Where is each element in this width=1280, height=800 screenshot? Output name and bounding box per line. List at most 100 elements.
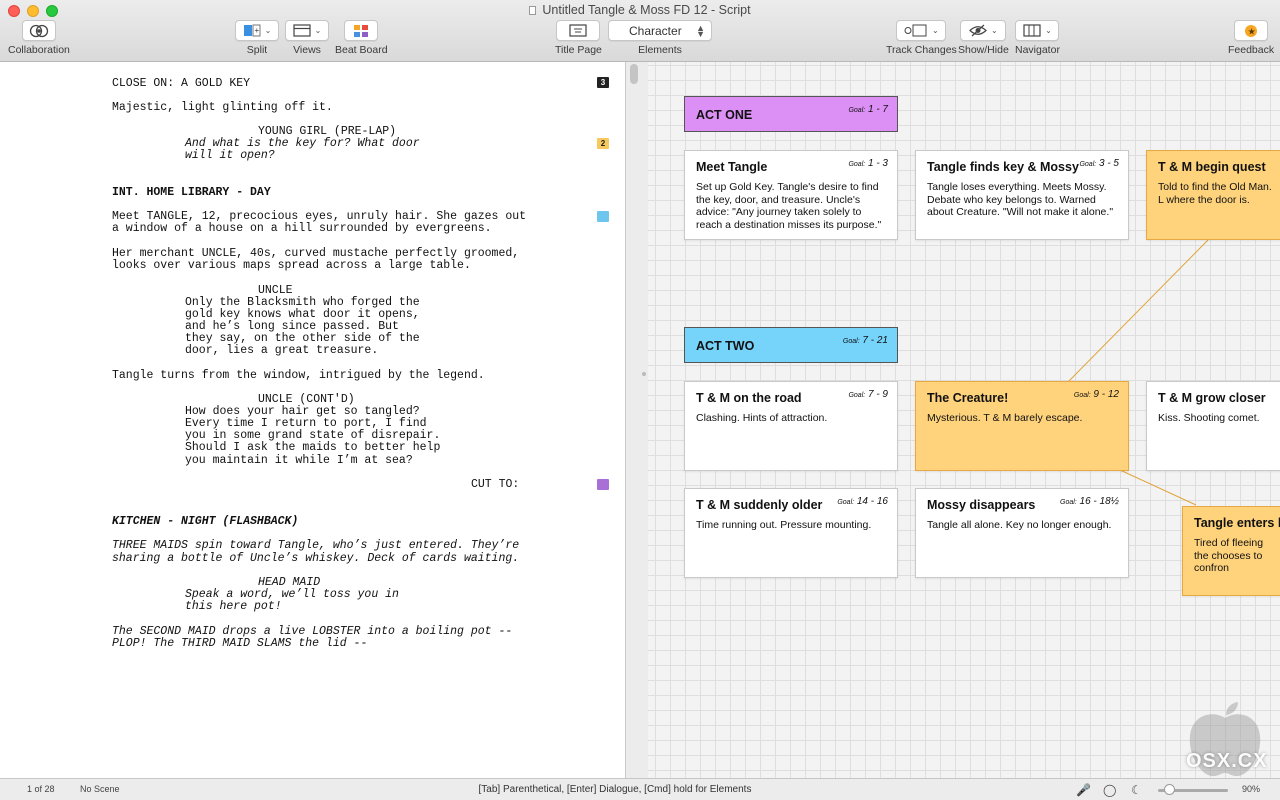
track-changes-label: Track Changes xyxy=(886,44,957,56)
scene-heading: INT. HOME LIBRARY - DAY xyxy=(112,186,271,199)
elements-select[interactable]: Character ▲ ▼ Elements xyxy=(608,20,712,56)
zoom-level: 90% xyxy=(1242,784,1261,794)
collaboration-button[interactable]: Collaboration xyxy=(8,20,70,56)
title-page-icon xyxy=(569,24,588,37)
eye-icon xyxy=(969,24,987,37)
beat-card[interactable]: Mossy disappears Goal: 16 - 18½ Tangle a… xyxy=(915,488,1129,578)
track-changes-icon xyxy=(904,24,927,37)
collaboration-icon xyxy=(29,24,49,37)
beat-board-icon xyxy=(354,24,369,37)
svg-text:★: ★ xyxy=(1248,26,1256,36)
beat-body: Clashing. Hints of attraction. xyxy=(696,412,828,424)
beat-body: Tired of fleeing the chooses to confron xyxy=(1194,537,1264,575)
document-icon xyxy=(529,6,537,15)
elements-label: Elements xyxy=(638,44,682,56)
dialogue-line: door, lies a great treasure. xyxy=(185,344,379,357)
beat-card[interactable]: The Creature! Goal: 9 - 12 Mysterious. T… xyxy=(915,381,1129,471)
act-one-header[interactable]: ACT ONE Goal: 1 - 7 xyxy=(684,96,898,132)
beat-goal: Goal: 3 - 5 xyxy=(1079,158,1119,169)
final-draft-window: Untitled Tangle & Moss FD 12 - Script Co… xyxy=(0,0,1280,800)
beat-goal: Goal: 7 - 9 xyxy=(848,389,888,400)
act-title: ACT TWO xyxy=(696,339,755,353)
split-divider-handle[interactable] xyxy=(642,372,646,376)
views-label: Views xyxy=(293,44,321,56)
dialogue-line: will it open? xyxy=(185,149,275,162)
beat-board-button[interactable]: Beat Board xyxy=(335,20,388,56)
beat-body: Tangle loses everything. Meets Mossy. De… xyxy=(927,181,1114,219)
navigator-icon xyxy=(1023,24,1041,37)
zoom-slider-knob[interactable] xyxy=(1164,784,1175,795)
action-line: sharing a bottle of Uncle’s whiskey. Dec… xyxy=(112,552,520,565)
dialogue-line: Should I ask the maids to better help xyxy=(185,441,441,454)
title-page-label: Title Page xyxy=(555,44,602,56)
revision-flag-icon[interactable]: 3 xyxy=(597,77,609,88)
beat-card[interactable]: T & M on the road Goal: 7 - 9 Clashing. … xyxy=(684,381,898,471)
track-changes-button[interactable]: ⌄ Track Changes xyxy=(886,20,957,56)
act-goal: Goal: 7 - 21 xyxy=(842,335,888,346)
feedback-button[interactable]: ★ Feedback xyxy=(1228,20,1274,56)
navigator-label: Navigator xyxy=(1015,44,1060,56)
window-title: Untitled Tangle & Moss FD 12 - Script xyxy=(0,3,1280,17)
beat-card[interactable]: Tangle enters la Tired of fleeing the ch… xyxy=(1182,506,1280,596)
toolbar: Untitled Tangle & Moss FD 12 - Script Co… xyxy=(0,0,1280,62)
chevron-down-icon: ⌄ xyxy=(1045,26,1052,35)
beat-goal: Goal: 14 - 16 xyxy=(837,496,888,507)
views-icon xyxy=(293,24,311,37)
night-mode-icon[interactable]: ☾ xyxy=(1131,783,1142,797)
beat-goal: Goal: 16 - 18½ xyxy=(1060,496,1119,507)
shot-line: CLOSE ON: A GOLD KEY xyxy=(112,77,251,90)
navigator-button[interactable]: ⌄ Navigator xyxy=(1015,20,1060,56)
status-bar: 1 of 28 No Scene [Tab] Parenthetical, [E… xyxy=(0,778,1280,800)
beat-card[interactable]: T & M grow closer Kiss. Shooting comet. xyxy=(1146,381,1280,471)
microphone-icon[interactable]: 🎤 xyxy=(1076,783,1091,797)
show-hide-button[interactable]: ⌄ Show/Hide xyxy=(958,20,1009,56)
beat-board[interactable]: ACT ONE Goal: 1 - 7 ACT TWO Goal: 7 - 21… xyxy=(648,62,1280,778)
action-line: PLOP! The THIRD MAID SLAMS the lid -- xyxy=(112,637,368,650)
beat-body: Mysterious. T & M barely escape. xyxy=(927,412,1083,424)
beat-card[interactable]: Tangle finds key & Mossy Goal: 3 - 5 Tan… xyxy=(915,150,1129,240)
split-icon: + xyxy=(243,24,261,37)
beat-body: Kiss. Shooting comet. xyxy=(1158,412,1260,424)
beat-body: Told to find the Old Man. L where the do… xyxy=(1158,181,1272,206)
scene-heading: KITCHEN - NIGHT (FLASHBACK) xyxy=(112,515,299,528)
title-page-button[interactable]: Title Page xyxy=(555,20,602,56)
action-line: THREE MAIDS spin toward Tangle, who’s ju… xyxy=(112,539,520,552)
comment-flag-icon[interactable] xyxy=(597,479,609,490)
views-button[interactable]: ⌄ Views xyxy=(285,20,329,56)
transition-line: CUT TO: xyxy=(471,478,520,491)
feedback-label: Feedback xyxy=(1228,44,1275,56)
chevron-down-icon: ⌄ xyxy=(264,26,272,35)
beat-goal: Goal: 9 - 12 xyxy=(1073,389,1119,400)
beat-title: T & M begin quest xyxy=(1158,160,1266,174)
beat-card[interactable]: Meet Tangle Goal: 1 - 3 Set up Gold Key.… xyxy=(684,150,898,240)
script-scrollbar[interactable] xyxy=(630,64,638,84)
beat-body: Tangle all alone. Key no longer enough. xyxy=(927,519,1112,531)
beat-goal: Goal: 1 - 3 xyxy=(848,158,888,169)
dialogue-line: this here pot! xyxy=(185,600,282,613)
show-hide-label: Show/Hide xyxy=(958,44,1009,56)
act-two-header[interactable]: ACT TWO Goal: 7 - 21 xyxy=(684,327,898,363)
act-title: ACT ONE xyxy=(696,108,753,122)
script-editor[interactable]: CLOSE ON: A GOLD KEY Majestic, light gli… xyxy=(0,62,626,778)
beat-link xyxy=(1119,469,1197,506)
action-line: looks over various maps spread across a … xyxy=(112,259,471,272)
beat-card[interactable]: T & M suddenly older Goal: 14 - 16 Time … xyxy=(684,488,898,578)
stepper-arrows-icon: ▲ ▼ xyxy=(696,22,705,39)
split-button[interactable]: + ⌄ Split xyxy=(235,20,279,56)
star-icon: ★ xyxy=(1245,24,1258,37)
elements-select-value: Character xyxy=(629,23,682,38)
beat-card[interactable]: T & M begin quest Told to find the Old M… xyxy=(1146,150,1280,240)
dialogue-line: you maintain it while I’m at sea? xyxy=(185,454,413,467)
collaboration-label: Collaboration xyxy=(8,44,70,56)
beat-title: Tangle enters la xyxy=(1194,516,1280,530)
comment-flag-icon[interactable] xyxy=(597,211,609,222)
action-line: Majestic, light glinting off it. xyxy=(112,101,333,114)
revision-flag-icon[interactable]: 2 xyxy=(597,138,609,149)
split-label: Split xyxy=(246,44,268,56)
act-goal: Goal: 1 - 7 xyxy=(848,104,888,115)
svg-text:+: + xyxy=(254,26,259,35)
focus-mode-icon[interactable]: ◯ xyxy=(1103,783,1116,797)
chevron-down-icon: ⌄ xyxy=(314,26,322,35)
beat-body: Set up Gold Key. Tangle's desire to find… xyxy=(696,181,882,231)
chevron-down-icon: ⌄ xyxy=(932,26,939,35)
